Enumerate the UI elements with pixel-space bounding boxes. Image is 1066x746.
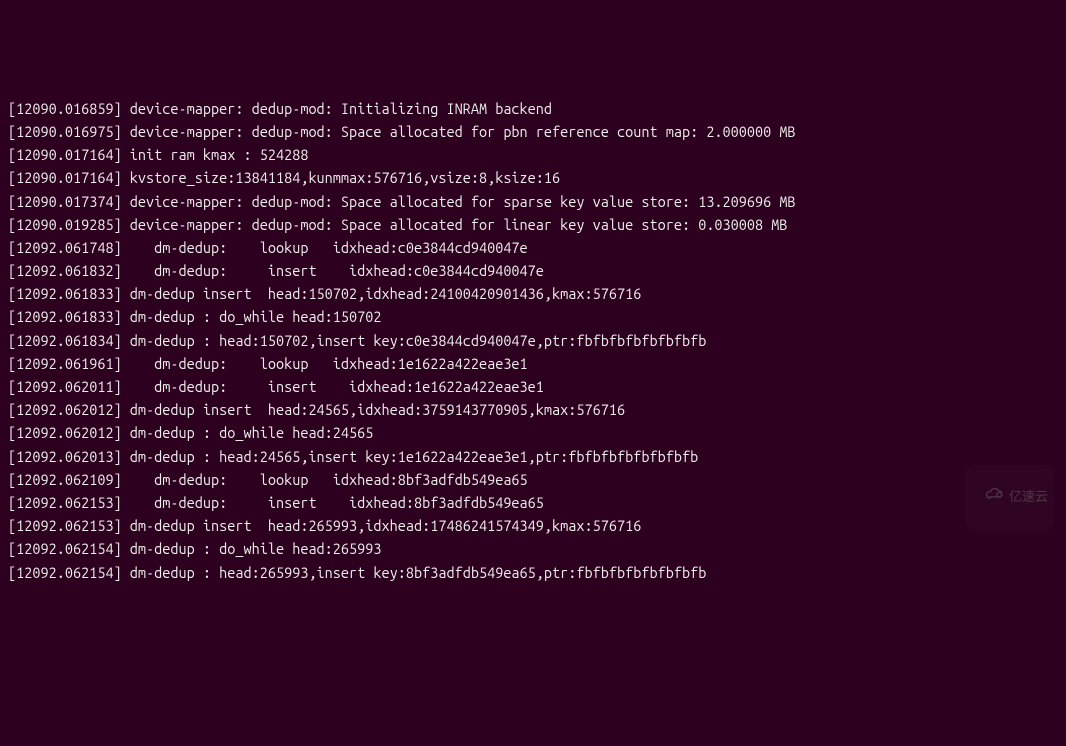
log-line: [12090.016975] device-mapper: dedup-mod:… xyxy=(8,120,1058,143)
log-line: [12092.062154] dm-dedup : head:265993,in… xyxy=(8,561,1058,584)
log-line: [12092.062013] dm-dedup : head:24565,ins… xyxy=(8,445,1058,468)
cloud-icon xyxy=(971,467,1005,529)
log-line: [12092.062153] dm-dedup insert head:2659… xyxy=(8,514,1058,537)
log-line: [12092.062012] dm-dedup : do_while head:… xyxy=(8,421,1058,444)
log-line: [12090.016859] device-mapper: dedup-mod:… xyxy=(8,97,1058,120)
log-line: [12090.017164] kvstore_size:13841184,kun… xyxy=(8,166,1058,189)
log-line: [12090.017374] device-mapper: dedup-mod:… xyxy=(8,190,1058,213)
log-line: [12092.062153] dm-dedup: insert idxhead:… xyxy=(8,491,1058,514)
log-line: [12092.061832] dm-dedup: insert idxhead:… xyxy=(8,259,1058,282)
log-line: [12090.017164] init ram kmax : 524288 xyxy=(8,143,1058,166)
watermark-badge: 亿速云 xyxy=(965,465,1054,531)
log-line: [12092.061961] dm-dedup: lookup idxhead:… xyxy=(8,352,1058,375)
log-line: [12090.019285] device-mapper: dedup-mod:… xyxy=(8,213,1058,236)
log-line: [12092.062012] dm-dedup insert head:2456… xyxy=(8,398,1058,421)
log-line: [12092.061748] dm-dedup: lookup idxhead:… xyxy=(8,236,1058,259)
terminal-output: [12090.016859] device-mapper: dedup-mod:… xyxy=(8,97,1058,584)
log-line: [12092.061834] dm-dedup : head:150702,in… xyxy=(8,329,1058,352)
watermark-text: 亿速云 xyxy=(1009,487,1048,508)
log-line: [12092.061833] dm-dedup : do_while head:… xyxy=(8,305,1058,328)
log-line: [12092.062109] dm-dedup: lookup idxhead:… xyxy=(8,468,1058,491)
log-line: [12092.062011] dm-dedup: insert idxhead:… xyxy=(8,375,1058,398)
log-line: [12092.061833] dm-dedup insert head:1507… xyxy=(8,282,1058,305)
